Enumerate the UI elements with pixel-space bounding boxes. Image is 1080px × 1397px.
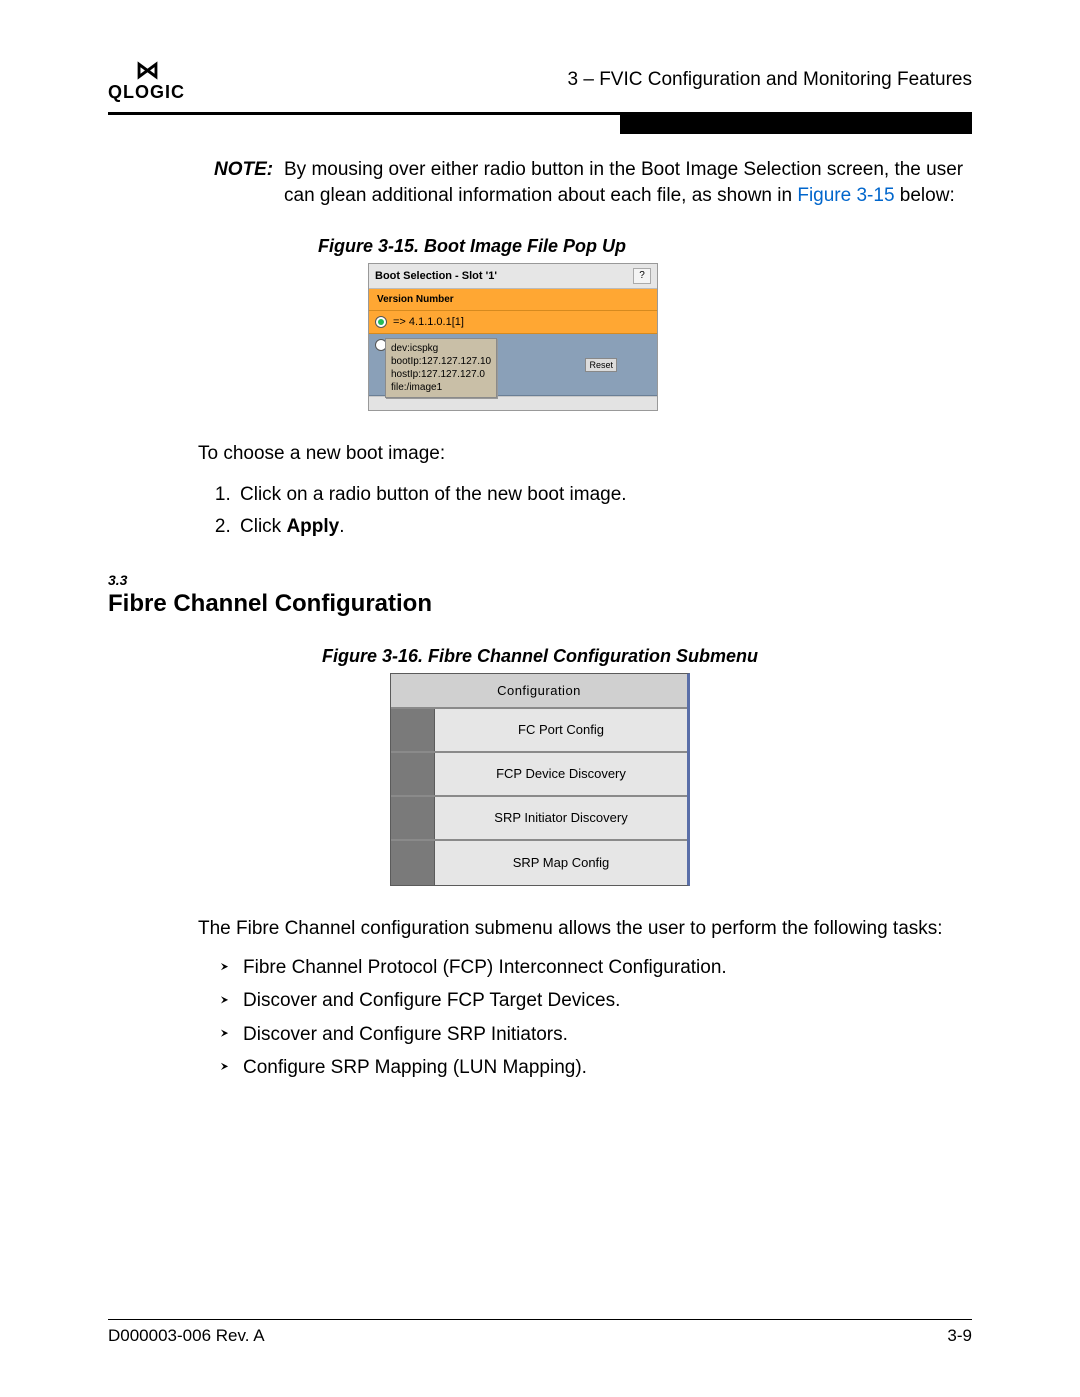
boot-tooltip: dev:icspkg bootIp:127.127.127.10 hostIp:…	[385, 338, 497, 398]
page-footer: D000003-006 Rev. A 3-9	[108, 1319, 972, 1346]
popup-footer	[369, 396, 657, 410]
note-label: NOTE:	[214, 157, 284, 208]
radio-icon[interactable]	[375, 316, 387, 328]
submenu-label: FCP Device Discovery	[435, 753, 687, 795]
figure-3-16-mock: Configuration FC Port Config FCP Device …	[390, 673, 690, 886]
submenu-header: Configuration	[391, 674, 687, 709]
step-2-apply: Apply	[286, 516, 339, 537]
task-fcp-targets: Discover and Configure FCP Target Device…	[220, 984, 972, 1017]
step-2: Click Apply.	[236, 511, 972, 543]
submenu-stub	[391, 709, 435, 751]
submenu-item-fc-port-config[interactable]: FC Port Config	[391, 709, 687, 753]
figure-link-3-15[interactable]: Figure 3-15	[797, 185, 894, 206]
submenu-stub	[391, 797, 435, 839]
submenu-item-srp-map-config[interactable]: SRP Map Config	[391, 841, 687, 885]
submenu-stub	[391, 753, 435, 795]
qlogic-logo: ⋈ QLOGIC	[108, 59, 185, 101]
section-number: 3.3	[108, 572, 972, 588]
steps-list: Click on a radio button of the new boot …	[236, 479, 972, 544]
popup-title: Boot Selection - Slot '1'	[375, 270, 497, 282]
logo-text: QLOGIC	[108, 83, 185, 101]
tooltip-line-bootip: bootIp:127.127.127.10	[391, 355, 491, 368]
tooltip-line-dev: dev:icspkg	[391, 342, 491, 355]
boot-selected-label: => 4.1.1.0.1[1]	[393, 316, 464, 328]
choose-paragraph: To choose a new boot image:	[198, 441, 972, 467]
boot-option-other-row[interactable]: dev:icspkg bootIp:127.127.127.10 hostIp:…	[369, 334, 657, 396]
page-header: ⋈ QLOGIC 3 – FVIC Configuration and Moni…	[108, 50, 972, 110]
figure-3-15-caption: Figure 3-15. Boot Image File Pop Up	[318, 236, 972, 257]
version-header: Version Number	[369, 289, 657, 311]
footer-divider	[108, 1319, 972, 1320]
chapter-title: 3 – FVIC Configuration and Monitoring Fe…	[568, 69, 973, 91]
note-text-b: below:	[895, 185, 955, 206]
help-icon[interactable]: ?	[633, 268, 651, 284]
step-1: Click on a radio button of the new boot …	[236, 479, 972, 511]
task-fcp-interconnect: Fibre Channel Protocol (FCP) Interconnec…	[220, 951, 972, 984]
submenu-label: FC Port Config	[435, 709, 687, 751]
step-2-c: .	[339, 516, 344, 537]
task-srp-initiators: Discover and Configure SRP Initiators.	[220, 1018, 972, 1051]
task-srp-mapping: Configure SRP Mapping (LUN Mapping).	[220, 1051, 972, 1084]
section-heading: Fibre Channel Configuration	[108, 590, 972, 618]
note-block: NOTE: By mousing over either radio butto…	[214, 157, 972, 208]
submenu-item-fcp-device-discovery[interactable]: FCP Device Discovery	[391, 753, 687, 797]
step-2-a: Click	[240, 516, 286, 537]
page-number: 3-9	[947, 1326, 972, 1346]
doc-id: D000003-006 Rev. A	[108, 1326, 265, 1346]
popup-titlebar: Boot Selection - Slot '1' ?	[369, 264, 657, 289]
submenu-paragraph: The Fibre Channel configuration submenu …	[198, 916, 972, 942]
note-body: By mousing over either radio button in t…	[284, 157, 972, 208]
submenu-label: SRP Initiator Discovery	[435, 797, 687, 839]
submenu-label: SRP Map Config	[435, 841, 687, 885]
boot-option-selected-row[interactable]: => 4.1.1.0.1[1]	[369, 311, 657, 334]
logo-icon: ⋈	[108, 59, 185, 83]
reset-button[interactable]: Reset	[585, 358, 617, 372]
tasks-list: Fibre Channel Protocol (FCP) Interconnec…	[220, 951, 972, 1084]
header-black-bar	[620, 112, 972, 134]
figure-3-15-mock: Boot Selection - Slot '1' ? Version Numb…	[368, 263, 658, 411]
tooltip-line-file: file:/image1	[391, 381, 491, 394]
submenu-stub	[391, 841, 435, 885]
figure-3-16-caption: Figure 3-16. Fibre Channel Configuration…	[108, 646, 972, 667]
submenu-item-srp-initiator-discovery[interactable]: SRP Initiator Discovery	[391, 797, 687, 841]
tooltip-line-hostip: hostIp:127.127.127.0	[391, 368, 491, 381]
